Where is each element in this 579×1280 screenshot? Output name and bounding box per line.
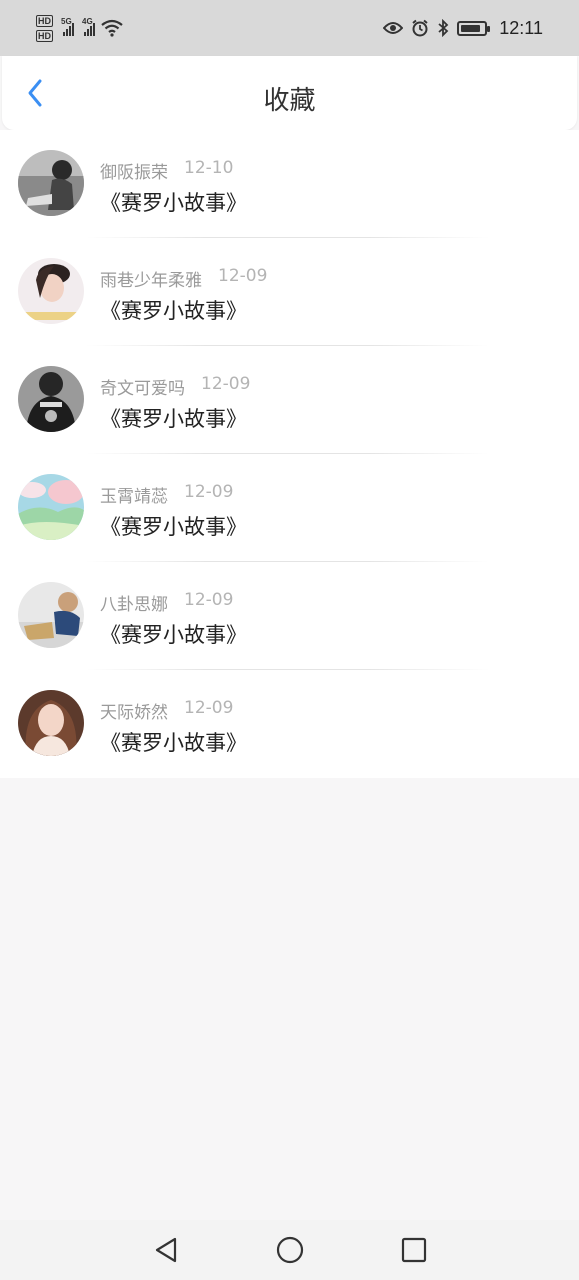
bluetooth-icon: [438, 19, 449, 37]
username: 玉霄靖蕊: [100, 487, 168, 507]
list-item[interactable]: 奇文可爱吗 12-09 《赛罗小故事》: [0, 346, 579, 454]
date: 12-09: [218, 266, 268, 286]
item-meta: 玉霄靖蕊 12-09: [100, 482, 233, 507]
list-item[interactable]: 八卦思娜 12-09 《赛罗小故事》: [0, 562, 579, 670]
date: 12-09: [184, 698, 234, 718]
hd-badges: HD HD: [36, 14, 53, 42]
alarm-icon: [412, 19, 428, 37]
eye-icon: [383, 22, 404, 34]
item-meta: 御阪振荣 12-10: [100, 158, 233, 183]
list-item[interactable]: 玉霄靖蕊 12-09 《赛罗小故事》: [0, 454, 579, 562]
story-title: 《赛罗小故事》: [100, 191, 247, 215]
recents-square-icon: [401, 1237, 426, 1263]
battery-icon: [457, 20, 491, 36]
date: 12-09: [184, 482, 234, 502]
status-time: 12:11: [499, 17, 543, 38]
list-item[interactable]: 天际娇然 12-09 《赛罗小故事》: [0, 670, 579, 778]
story-title: 《赛罗小故事》: [100, 623, 247, 647]
status-left: HD HD 5G 4G: [36, 14, 123, 42]
item-meta: 奇文可爱吗 12-09: [100, 374, 250, 399]
item-meta: 雨巷少年柔雅 12-09: [100, 266, 267, 291]
nav-back-button[interactable]: [144, 1228, 188, 1272]
username: 奇文可爱吗: [100, 379, 185, 399]
favorites-list: 御阪振荣 12-10 《赛罗小故事》 雨巷少年柔雅 12-09 《赛罗小故事》: [0, 130, 579, 778]
status-right: 12:11: [383, 18, 543, 39]
username: 雨巷少年柔雅: [100, 271, 202, 291]
date: 12-09: [201, 374, 251, 394]
list-item[interactable]: 雨巷少年柔雅 12-09 《赛罗小故事》: [0, 238, 579, 346]
avatar[interactable]: [18, 474, 84, 540]
back-triangle-icon: [155, 1237, 176, 1263]
avatar[interactable]: [18, 150, 84, 216]
story-title: 《赛罗小故事》: [100, 299, 247, 323]
item-meta: 八卦思娜 12-09: [100, 590, 233, 615]
item-meta: 天际娇然 12-09: [100, 698, 233, 723]
system-nav-bar: [0, 1220, 579, 1280]
hd-badge-1: HD: [36, 14, 53, 27]
username: 天际娇然: [100, 703, 168, 723]
username: 八卦思娜: [100, 595, 168, 615]
hd-badge-2: HD: [36, 29, 53, 42]
avatar[interactable]: [18, 582, 84, 648]
header: 收藏: [2, 56, 577, 130]
story-title: 《赛罗小故事》: [100, 731, 247, 755]
status-bar: HD HD 5G 4G 12:11: [0, 0, 579, 56]
nav-home-button[interactable]: [268, 1228, 312, 1272]
date: 12-09: [184, 590, 234, 610]
list-item[interactable]: 御阪振荣 12-10 《赛罗小故事》: [0, 130, 579, 238]
page-title: 收藏: [263, 86, 316, 116]
nav-recents-button[interactable]: [392, 1228, 436, 1272]
signal-icon-sim1: 5G: [61, 17, 74, 36]
story-title: 《赛罗小故事》: [100, 515, 247, 539]
username: 御阪振荣: [100, 163, 168, 183]
home-circle-icon: [276, 1236, 303, 1264]
avatar[interactable]: [18, 258, 84, 324]
date: 12-10: [184, 158, 234, 178]
avatar[interactable]: [18, 366, 84, 432]
story-title: 《赛罗小故事》: [100, 407, 247, 431]
signal-icon-sim2: 4G: [82, 17, 95, 36]
avatar[interactable]: [18, 690, 84, 756]
wifi-icon: [101, 19, 123, 37]
